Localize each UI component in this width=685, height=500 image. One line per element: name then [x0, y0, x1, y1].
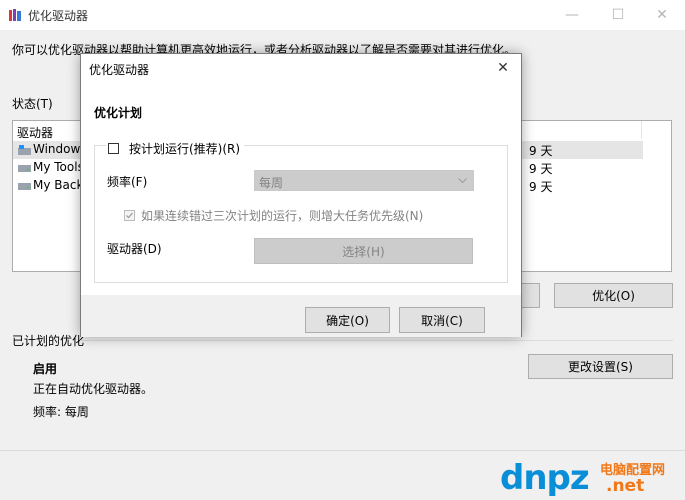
ok-button[interactable]: 确定(O) — [305, 307, 390, 333]
dialog-section-title: 优化计划 — [94, 106, 143, 120]
windows-drive-icon — [18, 145, 31, 155]
cancel-button[interactable]: 取消(C) — [399, 307, 485, 333]
minimize-button[interactable]: — — [549, 0, 595, 30]
frequency-dropdown-value: 每周 — [259, 176, 284, 190]
list-header-drive: 驱动器 — [17, 126, 54, 140]
disk-drive-icon — [18, 183, 31, 190]
close-button[interactable]: ✕ — [639, 0, 685, 30]
watermark-domain: .net — [606, 476, 645, 496]
optimization-schedule-dialog: 优化驱动器 ✕ 优化计划 按计划运行(推荐)(R) 频率(F) 每周 如果连续错… — [80, 53, 522, 337]
drive-days: 9 天 — [529, 162, 553, 176]
scheduled-optimization-label: 已计划的优化 — [12, 334, 85, 348]
drive-days: 9 天 — [529, 144, 553, 158]
drive-name: Windows — [33, 142, 87, 156]
window-title: 优化驱动器 — [28, 9, 89, 23]
frequency-text: 频率: 每周 — [33, 405, 89, 419]
drives-label: 驱动器(D) — [107, 242, 162, 256]
run-on-schedule-option[interactable]: 按计划运行(推荐)(R) — [106, 140, 245, 156]
increase-priority-option[interactable]: 如果连续错过三次计划的运行，则增大任务优先级(N) — [124, 207, 423, 224]
checkmark-icon — [126, 212, 133, 219]
schedule-enabled-label: 启用 — [33, 362, 58, 376]
section-divider — [80, 340, 673, 341]
maximize-button[interactable]: ☐ — [595, 0, 641, 30]
drive-days: 9 天 — [529, 180, 553, 194]
increase-priority-label: 如果连续错过三次计划的运行，则增大任务优先级(N) — [141, 209, 424, 223]
chevron-down-icon — [458, 178, 467, 184]
status-label: 状态(T) — [12, 97, 53, 111]
disk-drive-icon — [18, 165, 31, 172]
frequency-label: 频率(F) — [107, 175, 148, 189]
dialog-close-icon[interactable]: ✕ — [493, 58, 513, 78]
defrag-app-icon — [9, 9, 21, 21]
optimize-button[interactable]: 优化(O) — [554, 283, 673, 308]
run-on-schedule-checkbox[interactable] — [108, 142, 119, 154]
column-divider — [641, 121, 642, 139]
dialog-title: 优化驱动器 — [89, 63, 150, 77]
dialog-footer: 确定(O) 取消(C) — [81, 295, 521, 337]
footer-divider — [0, 450, 685, 451]
increase-priority-checkbox[interactable] — [124, 210, 135, 221]
run-on-schedule-label: 按计划运行(推荐)(R) — [129, 141, 241, 156]
auto-optimizing-text: 正在自动优化驱动器。 — [33, 382, 154, 396]
change-settings-button[interactable]: 更改设置(S) — [528, 354, 673, 379]
watermark-logo: dnpz — [500, 458, 590, 498]
drive-name: My Tools — [33, 160, 84, 174]
choose-drives-button[interactable]: 选择(H) — [254, 238, 473, 264]
frequency-dropdown[interactable]: 每周 — [254, 170, 474, 191]
